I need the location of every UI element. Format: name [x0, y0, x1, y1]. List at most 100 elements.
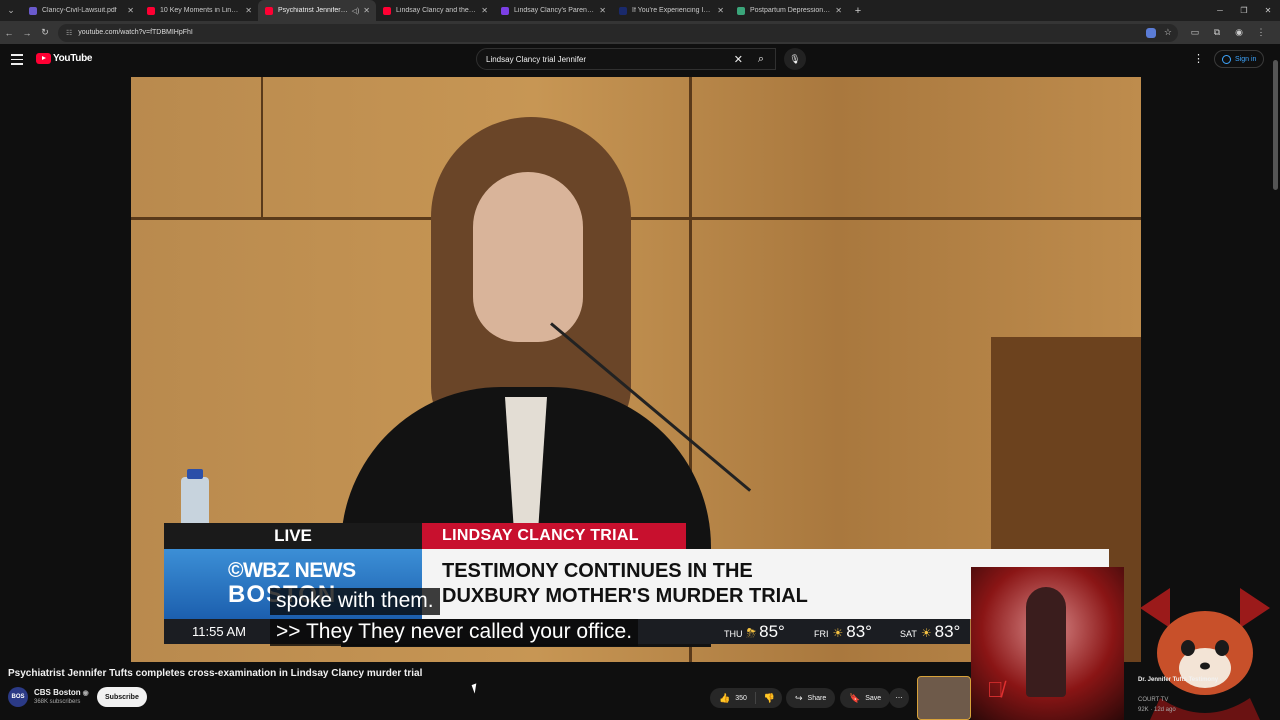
- mouse-cursor-icon: [471, 683, 480, 694]
- sign-in-label: Sign in: [1235, 55, 1257, 63]
- wall-seam: [131, 217, 1141, 220]
- site-favicon-icon: [501, 6, 509, 15]
- channel-avatar[interactable]: BOS: [8, 687, 28, 707]
- settings-menu-icon[interactable]: ⋮: [1193, 52, 1204, 65]
- browser-tab-active[interactable]: Psychiatrist Jennifer Tufts c◁)✕: [258, 0, 376, 21]
- browser-tab[interactable]: If You're Experiencing Intrusiv ✕: [612, 0, 730, 21]
- youtube-favicon-icon: [383, 6, 391, 15]
- close-tab-icon[interactable]: ✕: [835, 6, 842, 15]
- streamer-webcam: 🎙̸: [971, 567, 1124, 720]
- subscribe-label: Subscribe: [105, 693, 139, 701]
- like-button[interactable]: 👍 350: [710, 692, 756, 704]
- weather-temp: 83°: [846, 621, 872, 641]
- youtube-favicon-icon: [147, 6, 155, 15]
- page-scrollbar[interactable]: [1273, 60, 1278, 190]
- dislike-button[interactable]: 👎: [756, 693, 783, 704]
- weather-day: THU ⛈ 85°: [724, 622, 785, 642]
- close-tab-icon[interactable]: ✕: [245, 6, 252, 15]
- caption-line: >> They They never called your office.: [270, 619, 639, 646]
- recommended-title[interactable]: Dr. Jennifer Tufts Testimony: [1138, 676, 1258, 684]
- restore-icon[interactable]: ❐: [1232, 0, 1256, 21]
- browser-tab[interactable]: Lindsay Clancy and the Eviden ✕: [376, 0, 494, 21]
- share-button[interactable]: ↪ Share: [786, 688, 836, 708]
- browser-tab[interactable]: Postpartum Depression (PPD) ✕: [730, 0, 848, 21]
- url-field[interactable]: ☷ youtube.com/watch?v=fTDBMIHpFhI ☆: [58, 23, 1178, 42]
- browser-menu-icon[interactable]: ⋮: [1250, 27, 1272, 38]
- search-icon[interactable]: ⌕: [744, 48, 778, 70]
- youtube-header: YouTube Lindsay Clancy trial Jennifer ✕ …: [0, 44, 1280, 76]
- search-value: Lindsay Clancy trial Jennifer: [486, 54, 587, 64]
- close-tab-icon[interactable]: ✕: [481, 6, 488, 15]
- caption-line: spoke with them.: [270, 588, 440, 615]
- youtube-play-icon: [36, 53, 51, 64]
- cast-icon[interactable]: ▭: [1184, 27, 1206, 38]
- browser-tab[interactable]: Lindsay Clancy's Parents' $1 Mi ✕: [494, 0, 612, 21]
- bookmark-star-icon[interactable]: ☆: [1164, 27, 1172, 38]
- minimize-icon[interactable]: ─: [1208, 0, 1232, 21]
- site-favicon-icon: [737, 6, 745, 15]
- youtube-logo[interactable]: YouTube: [36, 53, 93, 64]
- address-bar-row: ← → ↻ ☷ youtube.com/watch?v=fTDBMIHpFhI …: [0, 21, 1280, 44]
- more-horizontal-icon: ⋯: [895, 695, 903, 702]
- weather-temp: 83°: [934, 621, 961, 641]
- verified-icon: ◉: [82, 690, 89, 697]
- subscribe-button[interactable]: Subscribe: [97, 687, 147, 707]
- tab-title: 10 Key Moments in Lindsay Cl: [160, 7, 241, 14]
- weather-day-label: SAT: [900, 628, 917, 639]
- save-label: Save: [865, 694, 882, 702]
- new-tab-icon[interactable]: +: [848, 5, 868, 17]
- more-actions-button[interactable]: ⋯: [889, 688, 909, 708]
- close-tab-icon[interactable]: ✕: [599, 6, 606, 15]
- close-window-icon[interactable]: ✕: [1256, 0, 1280, 21]
- browser-tab[interactable]: 10 Key Moments in Lindsay Cl ✕: [140, 0, 258, 21]
- recommended-channel: COURT TV: [1138, 697, 1169, 703]
- browser-tab[interactable]: Clancy-Civil-Lawsuit.pdf ✕: [22, 0, 140, 21]
- thumbs-up-icon: 👍: [719, 692, 731, 703]
- forward-icon[interactable]: →: [18, 28, 36, 38]
- extension-icon[interactable]: [1145, 27, 1156, 38]
- url-text: youtube.com/watch?v=fTDBMIHpFhI: [78, 29, 193, 36]
- wall-seam: [261, 77, 263, 217]
- sun-icon: ☀: [832, 625, 844, 640]
- like-dislike-group: 👍 350 👎: [710, 688, 782, 708]
- search-input[interactable]: Lindsay Clancy trial Jennifer ✕: [476, 48, 776, 70]
- microphone-icon[interactable]: 🎙: [784, 48, 806, 70]
- profile-icon[interactable]: ◉: [1228, 27, 1250, 38]
- site-info-icon[interactable]: ☷: [66, 29, 72, 37]
- tab-title: Lindsay Clancy and the Eviden: [396, 7, 477, 14]
- tab-title: Lindsay Clancy's Parents' $1 Mi: [514, 7, 595, 14]
- thumbs-down-icon: 👎: [763, 692, 776, 703]
- tab-title: If You're Experiencing Intrusiv: [632, 7, 713, 14]
- extensions-puzzle-icon[interactable]: ⧉: [1206, 27, 1228, 38]
- save-button[interactable]: 🔖 Save: [840, 688, 891, 708]
- tab-search-icon[interactable]: ⌄: [0, 0, 22, 21]
- weather-day-label: FRI: [814, 628, 829, 639]
- logo-text: YouTube: [53, 53, 93, 64]
- clear-search-icon[interactable]: ✕: [734, 53, 743, 66]
- clock-time: 11:55 AM: [192, 624, 246, 639]
- close-tab-icon[interactable]: ✕: [717, 6, 724, 15]
- share-icon: ↪: [795, 692, 803, 703]
- reload-icon[interactable]: ↻: [36, 27, 54, 38]
- weather-day-label: THU: [724, 628, 743, 639]
- hamburger-menu-icon[interactable]: [11, 54, 23, 65]
- mic-muted-icon: 🎙̸: [987, 677, 1004, 702]
- person-icon: [1222, 54, 1231, 64]
- close-tab-icon[interactable]: ✕: [127, 6, 134, 15]
- recommended-meta: 92K · 12d ago: [1138, 707, 1176, 713]
- water-bottle: [181, 469, 209, 527]
- channel-name[interactable]: CBS Boston ◉: [34, 688, 89, 697]
- weather-day: FRI ☀ 83°: [814, 622, 872, 642]
- browser-tab-strip: ⌄ Clancy-Civil-Lawsuit.pdf ✕ 10 Key Momen…: [0, 0, 1280, 21]
- sign-in-button[interactable]: Sign in: [1214, 50, 1265, 68]
- close-tab-icon[interactable]: ✕: [363, 6, 370, 15]
- recommended-thumbnail[interactable]: [917, 676, 971, 720]
- site-favicon-icon: [619, 6, 627, 15]
- storm-sun-icon: ⛈: [746, 625, 757, 640]
- video-title: Psychiatrist Jennifer Tufts completes cr…: [8, 668, 423, 679]
- tab-title: Postpartum Depression (PPD): [750, 7, 831, 14]
- speaker-icon[interactable]: ◁): [352, 7, 360, 15]
- back-icon[interactable]: ←: [0, 28, 18, 38]
- like-count: 350: [735, 694, 747, 702]
- tab-title: Clancy-Civil-Lawsuit.pdf: [42, 7, 117, 14]
